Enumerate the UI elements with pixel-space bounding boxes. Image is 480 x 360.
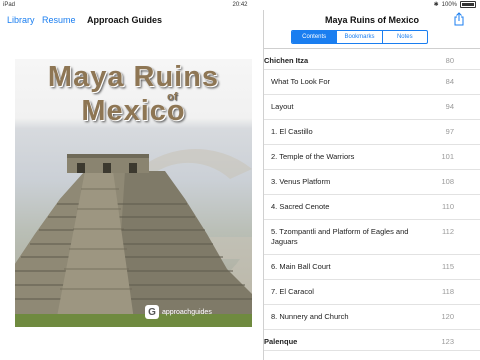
toc-chapter-row[interactable]: What To Look For 84: [264, 70, 480, 95]
library-button[interactable]: Library: [7, 15, 35, 25]
toc-chapter-row[interactable]: 1. El Castillo 97: [264, 120, 480, 145]
tab-contents[interactable]: Contents: [292, 31, 337, 43]
tab-bookmarks[interactable]: Bookmarks: [336, 31, 381, 43]
status-right: ✱ 100%: [434, 1, 476, 8]
logo-mark: G: [145, 305, 159, 319]
toc-label: 7. El Caracol: [271, 287, 314, 296]
toc-label: Layout: [271, 102, 294, 111]
toc-page-number: 110: [442, 202, 454, 211]
toc-page-number: 123: [441, 337, 454, 346]
toc-chapter-row[interactable]: Layout 94: [264, 95, 480, 120]
toc-label: 5. Tzompantli and Platform of Eagles and…: [271, 227, 409, 246]
toc-chapter-row[interactable]: 6. Main Ball Court 115: [264, 255, 480, 280]
toc-label: What To Look For: [271, 77, 331, 86]
cover-title-line1: Maya Ruins: [47, 61, 220, 93]
toc-chapter-row[interactable]: 4. Sacred Cenote 110: [264, 195, 480, 220]
toc-chapter-row[interactable]: 2. Temple of the Warriors 101: [264, 145, 480, 170]
toc-page-number: 84: [445, 77, 454, 86]
toc-page-number: 108: [441, 177, 454, 186]
toc-page-number: 94: [445, 102, 454, 111]
battery-percent: 100%: [441, 1, 457, 8]
toc-section-row[interactable]: Chichen Itza 80: [264, 49, 480, 70]
table-of-contents: Chichen Itza 80 What To Look For 84 Layout 94…: [264, 49, 480, 351]
toc-page-number: 120: [441, 312, 454, 321]
left-nav-bar: Library Resume Approach Guides: [0, 10, 263, 30]
toc-page-number: 97: [445, 127, 454, 136]
toc-page-number: 118: [442, 287, 454, 296]
toc-page-number: 115: [442, 262, 454, 271]
toc-label: 4. Sacred Cenote: [271, 202, 330, 211]
toc-chapter-row[interactable]: 7. El Caracol 118: [264, 280, 480, 305]
tab-notes[interactable]: Notes: [381, 31, 427, 43]
publisher-logo: G approachguides: [145, 305, 212, 319]
clock: 20:42: [232, 2, 248, 8]
toc-page-number: 80: [445, 56, 454, 65]
toc-label: 8. Nunnery and Church: [271, 312, 349, 321]
toc-label: 2. Temple of the Warriors: [271, 152, 355, 161]
toc-page-number: 101: [441, 152, 454, 161]
bluetooth-icon: ✱: [433, 2, 439, 8]
logo-text: approachguides: [162, 308, 212, 316]
toc-chapter-row[interactable]: 8. Nunnery and Church 120: [264, 305, 480, 330]
toc-chapter-row[interactable]: 5. Tzompantli and Platform of Eagles and…: [264, 220, 480, 255]
toc-page-number: 112: [442, 227, 454, 236]
toc-chapter-row[interactable]: 3. Venus Platform 108: [264, 170, 480, 195]
resume-button[interactable]: Resume: [42, 15, 76, 25]
cover-title-line2: Mexico: [81, 95, 186, 127]
toc-label: 6. Main Ball Court: [271, 262, 331, 271]
share-icon[interactable]: [453, 12, 465, 26]
app-title: Approach Guides: [87, 15, 163, 25]
toc-label: 1. El Castillo: [271, 127, 313, 136]
book-title: Maya Ruins of Mexico: [324, 15, 420, 25]
status-bar: iPad 20:42 ✱ 100%: [0, 0, 480, 10]
toc-label: Chichen Itza: [264, 56, 309, 65]
toc-label: Palenque: [264, 337, 298, 346]
toc-section-row[interactable]: Palenque 123: [264, 330, 480, 351]
toc-label: 3. Venus Platform: [271, 177, 331, 186]
battery-icon: [460, 1, 476, 8]
contents-segmented-control: Contents Bookmarks Notes: [291, 30, 428, 44]
book-cover[interactable]: Maya Ruins of Mexico G approachguides: [15, 59, 252, 327]
